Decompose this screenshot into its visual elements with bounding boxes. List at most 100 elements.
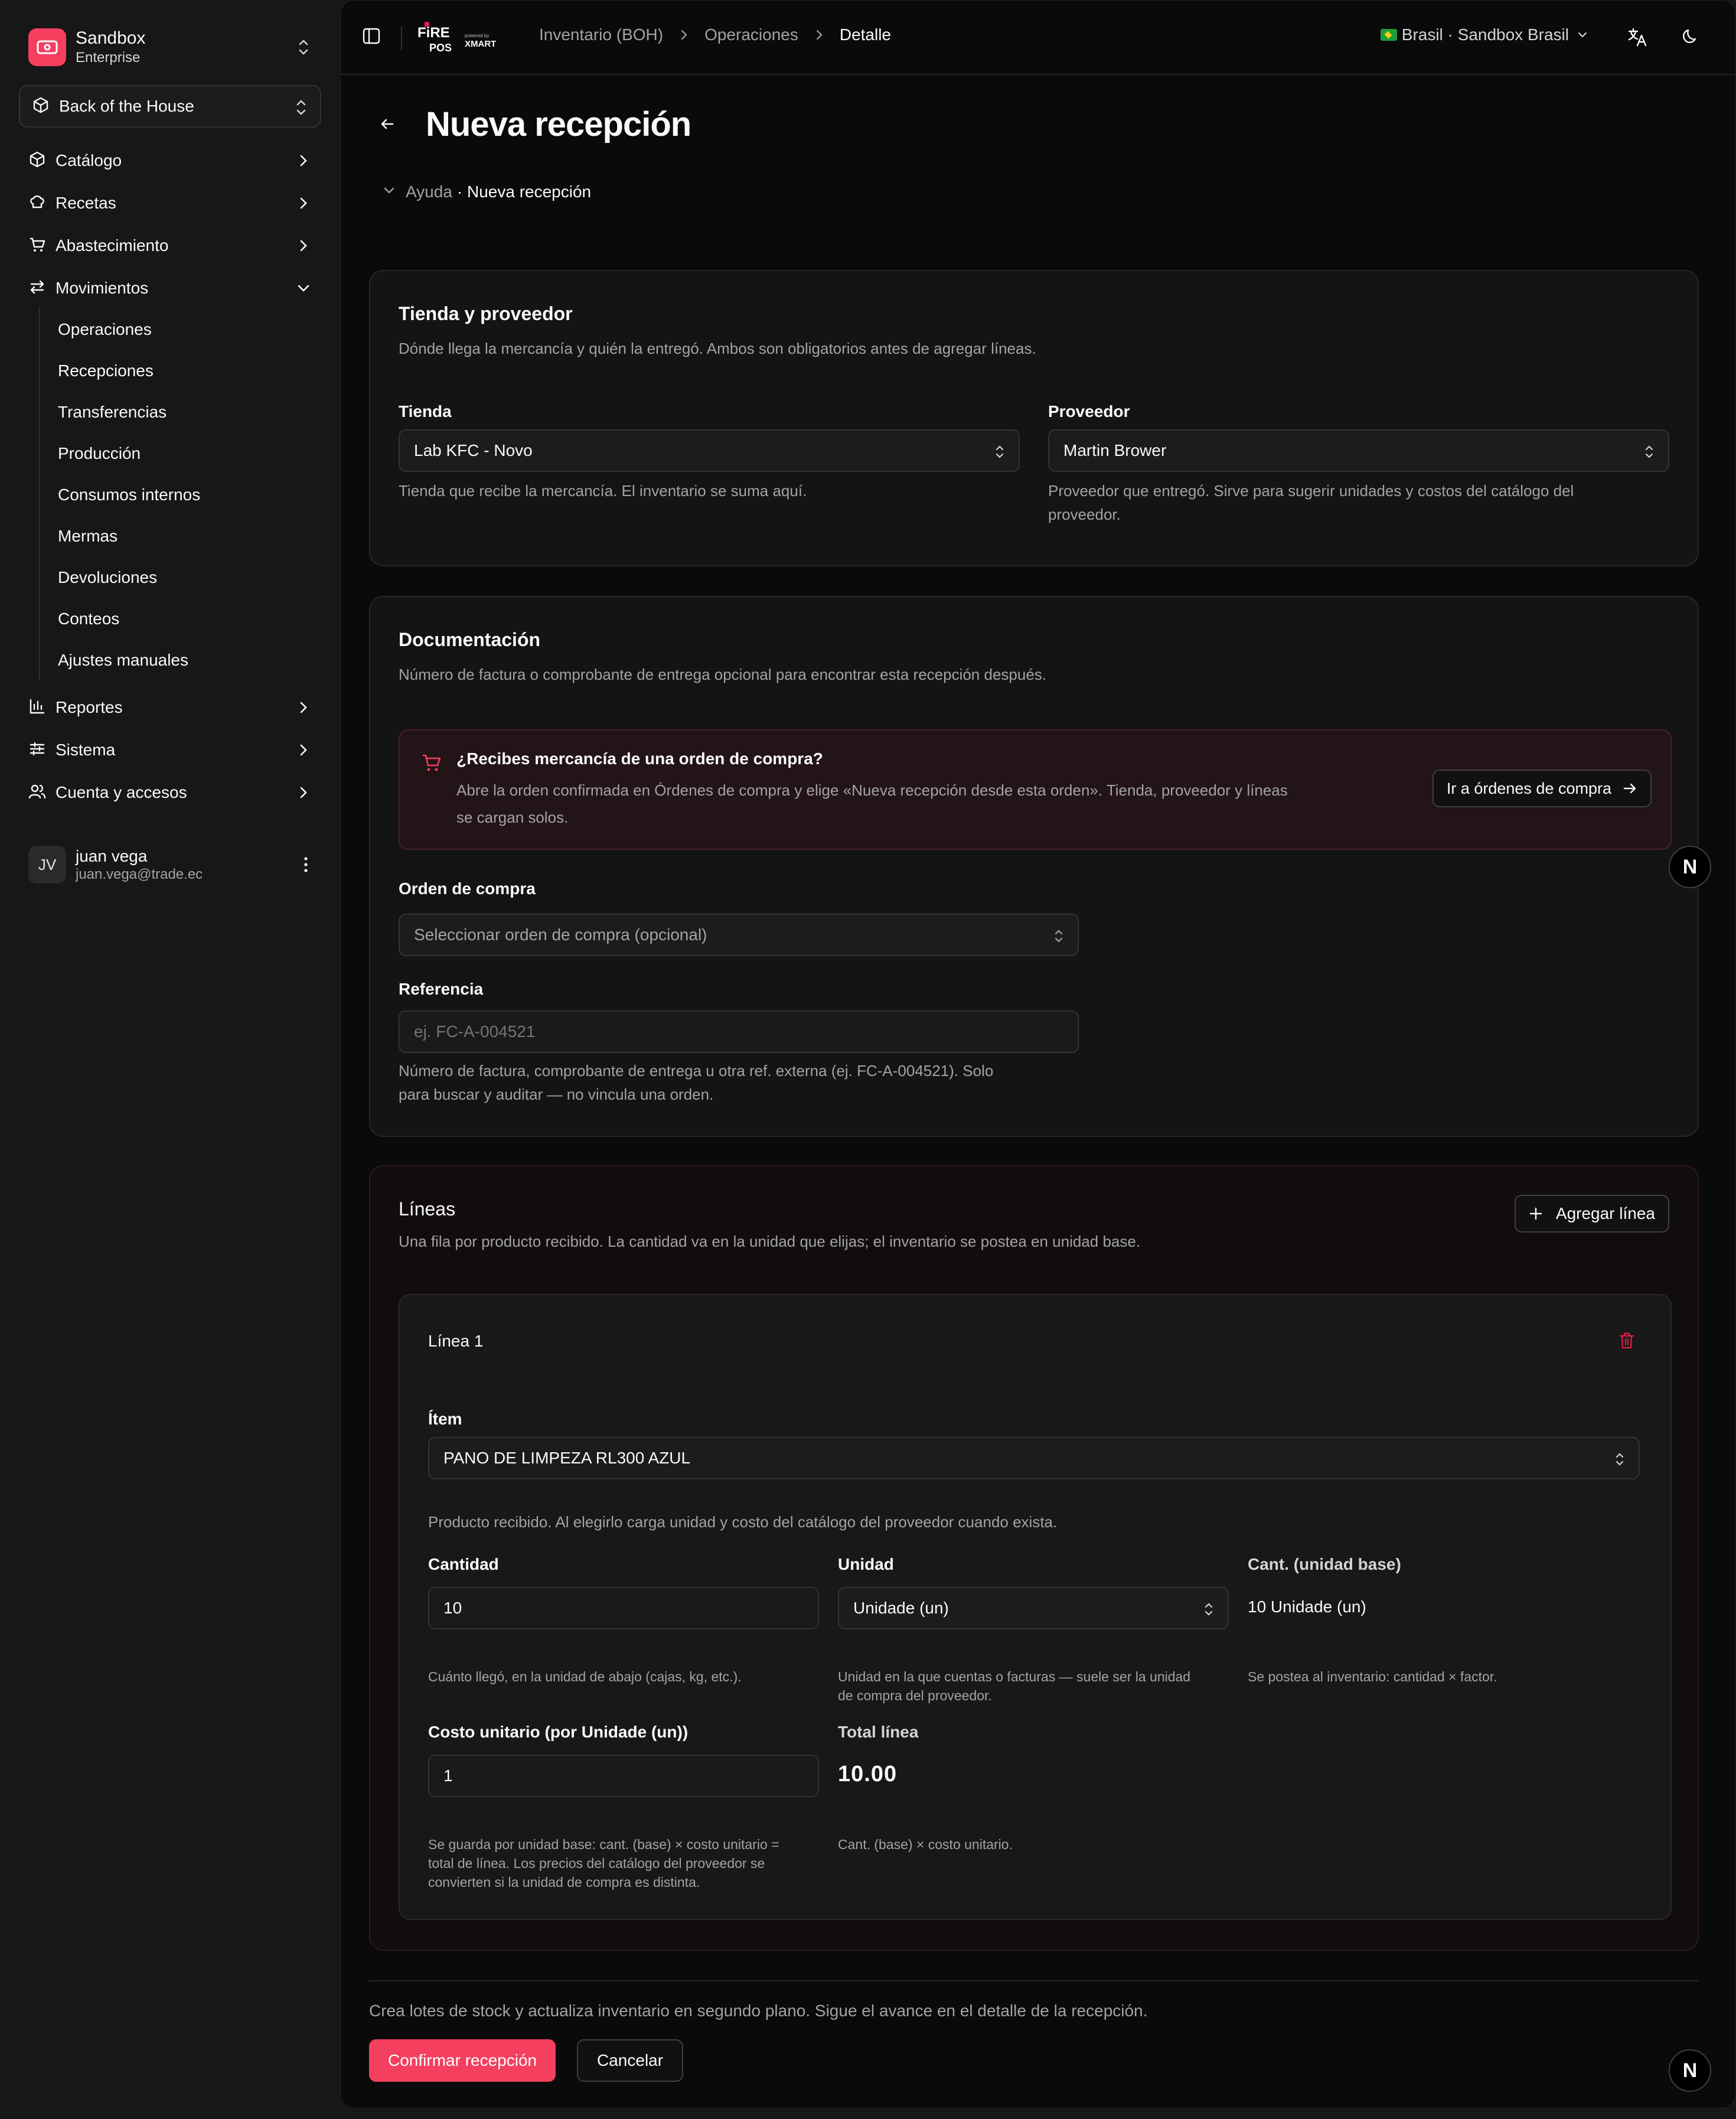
card-description: Una fila por producto recibido. La canti… <box>399 1233 1141 1250</box>
unit-cost-help-line: Se guarda por unidad base: cant. (base) … <box>428 1837 779 1852</box>
topbar: FiRE POS powered by XMART Inventario (BO… <box>341 1 1736 75</box>
chevron-down-icon <box>295 280 312 299</box>
breadcrumb-current: Detalle <box>839 25 892 44</box>
movimientos-subnav: Operaciones Recepciones Transferencias P… <box>39 307 341 680</box>
sidebar-item-catalogo[interactable]: Catálogo <box>19 142 321 180</box>
sidebar-item-recetas[interactable]: Recetas <box>19 184 321 222</box>
help-toggle[interactable]: Ayuda · Nueva recepción <box>382 182 591 201</box>
cancel-button[interactable]: Cancelar <box>577 2039 684 2082</box>
alert-body: Abre la orden confirmada en Órdenes de c… <box>456 777 1389 831</box>
alert-body-line: Abre la orden confirmada en Órdenes de c… <box>456 781 1288 799</box>
subnav-item-recepciones[interactable]: Recepciones <box>40 354 300 387</box>
bar-chart-icon <box>28 697 46 718</box>
supplier-help: Proveedor que entregó. Sirve para sugeri… <box>1048 479 1674 526</box>
unit-cost-input[interactable]: 1 <box>428 1755 819 1797</box>
firepos-logo: FiRE POS powered by XMART <box>416 21 505 55</box>
store-help: Tienda que recibe la mercancía. El inven… <box>399 482 807 500</box>
unit-cost-help: Se guarda por unidad base: cant. (base) … <box>428 1835 830 1892</box>
sidebar-item-cuenta-y-accesos[interactable]: Cuenta y accesos <box>19 774 321 811</box>
avatar: JV <box>28 846 66 884</box>
line-title: Línea 1 <box>428 1332 484 1350</box>
country-selector[interactable]: Brasil · Sandbox Brasil <box>1380 25 1589 44</box>
chevrons-up-down-icon <box>1613 1450 1627 1473</box>
quantity-help: Cuánto llegó, en la unidad de abajo (caj… <box>428 1669 742 1684</box>
more-vertical-icon[interactable] <box>302 854 309 878</box>
unit-select[interactable]: Unidade (un) <box>838 1587 1229 1629</box>
chevron-right-icon <box>295 699 312 719</box>
breadcrumb-item-operaciones[interactable]: Operaciones <box>704 25 798 44</box>
subnav-item-mermas[interactable]: Mermas <box>40 520 300 553</box>
org-switcher[interactable]: Sandbox Enterprise <box>19 19 320 76</box>
base-quantity-help: Se postea al inventario: cantidad × fact… <box>1248 1669 1497 1684</box>
chevron-right-icon <box>295 152 312 172</box>
breadcrumb-item-inventario[interactable]: Inventario (BOH) <box>539 25 663 44</box>
assistant-badge[interactable]: N <box>1669 846 1711 888</box>
subnav-item-conteos[interactable]: Conteos <box>40 602 300 635</box>
sidebar-item-label: Recetas <box>56 194 116 212</box>
sidebar-item-label: Reportes <box>56 698 123 716</box>
chevron-right-icon <box>295 195 312 214</box>
chevron-right-icon <box>677 28 690 41</box>
user-menu[interactable]: JV juan vega juan.vega@trade.ec <box>19 839 321 891</box>
sidebar-toggle-icon[interactable] <box>362 27 381 48</box>
sidebar-item-reportes[interactable]: Reportes <box>19 689 321 726</box>
chevrons-up-down-icon <box>1642 442 1656 465</box>
help-title: · Nueva recepción <box>456 182 592 201</box>
quantity-input[interactable]: 10 <box>428 1587 819 1629</box>
sidebar-item-abastecimiento[interactable]: Abastecimiento <box>19 227 321 265</box>
line-item-card: Línea 1 Ítem PANO DE LIMPEZA RL300 AZUL … <box>399 1294 1672 1920</box>
subnav-item-transferencias[interactable]: Transferencias <box>40 396 300 429</box>
sidebar-item-movimientos[interactable]: Movimientos <box>19 269 321 307</box>
subnav-item-operaciones[interactable]: Operaciones <box>40 313 300 346</box>
reference-placeholder: ej. FC-A-004521 <box>414 1022 536 1041</box>
confirm-reception-button[interactable]: Confirmar recepción <box>369 2039 556 2082</box>
alert-body-line: se cargan solos. <box>456 809 569 826</box>
subnav-item-devoluciones[interactable]: Devoluciones <box>40 561 300 594</box>
purchase-order-label: Orden de compra <box>399 879 536 898</box>
go-to-purchase-orders-button[interactable]: Ir a órdenes de compra <box>1432 770 1652 807</box>
topbar-divider <box>401 27 402 50</box>
sidebar-item-label: Catálogo <box>56 151 122 169</box>
svg-text:FiRE: FiRE <box>417 25 450 41</box>
supplier-select[interactable]: Martin Brower <box>1048 429 1669 472</box>
brazil-flag-icon <box>1380 29 1397 41</box>
chevron-down-icon <box>1576 28 1589 41</box>
sidebar-item-sistema[interactable]: Sistema <box>19 731 321 769</box>
base-quantity-label: Cant. (unidad base) <box>1248 1555 1401 1573</box>
assistant-badge[interactable]: N <box>1669 2049 1711 2092</box>
purchase-order-select[interactable]: Seleccionar orden de compra (opcional) <box>399 914 1079 956</box>
main-content: FiRE POS powered by XMART Inventario (BO… <box>340 0 1736 2108</box>
lines-card: Líneas Una fila por producto recibido. L… <box>369 1165 1699 1951</box>
reference-input[interactable]: ej. FC-A-004521 <box>399 1010 1079 1053</box>
arrow-right-icon <box>1623 783 1636 794</box>
trash-icon[interactable] <box>1618 1332 1635 1352</box>
page-title: Nueva recepción <box>426 105 691 144</box>
org-name: Sandbox <box>76 28 146 48</box>
sidebar-item-label: Sistema <box>56 741 116 759</box>
back-arrow-icon[interactable] <box>378 115 396 136</box>
store-label: Tienda <box>399 402 452 420</box>
store-switcher-label: Back of the House <box>59 97 194 115</box>
purchase-order-alert: ¿Recibes mercancía de una orden de compr… <box>399 729 1672 850</box>
cart-icon <box>421 752 442 776</box>
subnav-item-ajustes-manuales[interactable]: Ajustes manuales <box>40 644 300 677</box>
store-switcher[interactable]: Back of the House <box>19 85 321 128</box>
item-select[interactable]: PANO DE LIMPEZA RL300 AZUL <box>428 1437 1640 1479</box>
sidebar-item-label: Movimientos <box>56 279 149 297</box>
add-line-button[interactable]: Agregar línea <box>1514 1195 1669 1233</box>
svg-text:XMART: XMART <box>465 39 496 49</box>
sidebar-item-label: Cuenta y accesos <box>56 783 187 801</box>
subnav-item-consumos-internos[interactable]: Consumos internos <box>40 478 300 511</box>
moon-icon[interactable] <box>1680 27 1700 50</box>
country-label: Brasil · Sandbox Brasil <box>1401 25 1569 44</box>
svg-text:POS: POS <box>429 42 452 54</box>
store-select[interactable]: Lab KFC - Novo <box>399 429 1020 472</box>
chevrons-up-down-icon <box>993 442 1007 465</box>
card-description: Número de factura o comprobante de entre… <box>399 666 1047 683</box>
card-title: Líneas <box>399 1198 456 1220</box>
chevrons-up-down-icon <box>1052 927 1066 950</box>
subnav-item-produccion[interactable]: Producción <box>40 437 300 470</box>
translate-icon[interactable] <box>1627 27 1648 51</box>
chevrons-up-down-icon <box>1202 1600 1216 1623</box>
reference-help-line: para buscar y auditar — no vincula una o… <box>399 1085 714 1103</box>
